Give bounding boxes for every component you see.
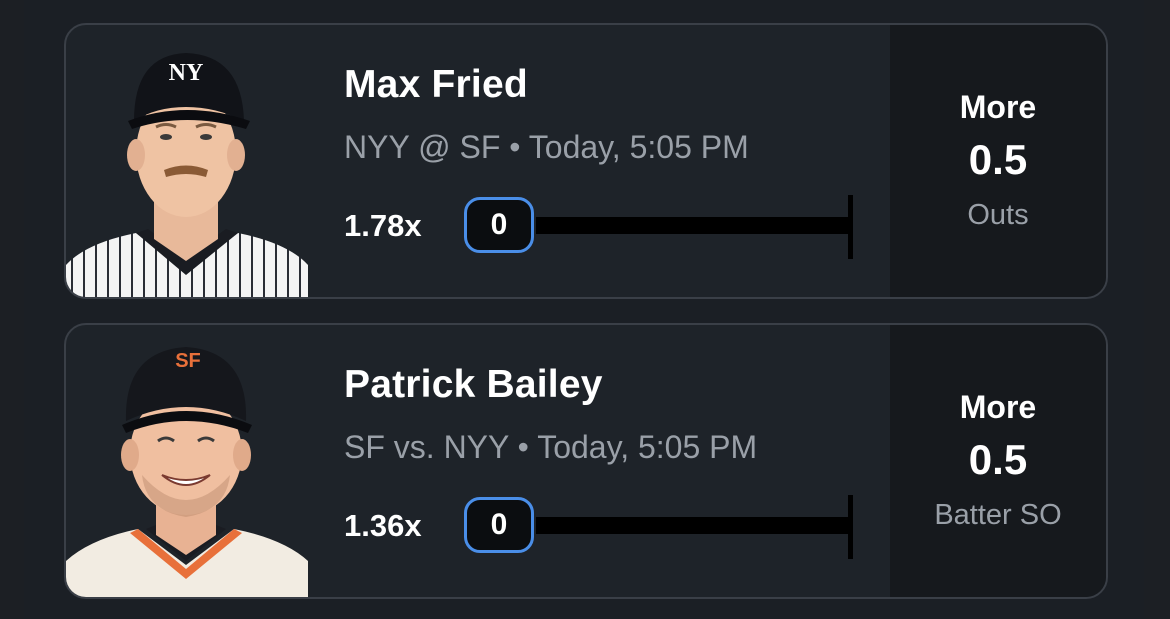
player-name: Patrick Bailey [344, 363, 603, 406]
player-name: Max Fried [344, 63, 528, 106]
progress-target-marker [848, 495, 853, 559]
pick-direction: More [959, 389, 1037, 425]
pick-line-value: 0.5 [968, 136, 1028, 183]
payout-multiplier: 1.36x [344, 508, 422, 543]
progress-track [536, 217, 852, 234]
player-headshot: NY [66, 25, 308, 297]
cap-logo: SF [175, 350, 201, 372]
progress-track [536, 517, 852, 534]
progress-value-badge: 0 [464, 197, 534, 253]
pick-card[interactable]: NY Max Fried NYY @ SF • Today, 5:05 PM 1… [64, 23, 1108, 299]
game-matchup: NYY @ SF • Today, 5:05 PM [344, 129, 749, 165]
game-matchup: SF vs. NYY • Today, 5:05 PM [344, 429, 758, 465]
pick-line-value: 0.5 [968, 436, 1028, 483]
player-headshot: SF [66, 325, 308, 597]
pick-selection[interactable]: More 0.5 Batter SO [890, 325, 1106, 597]
pick-stat-type: Batter SO [934, 499, 1062, 531]
progress-target-marker [848, 195, 853, 259]
pick-card[interactable]: SF Patrick Bailey SF vs. NYY • Today, 5:… [64, 323, 1108, 599]
progress-value-badge: 0 [464, 497, 534, 553]
payout-multiplier: 1.78x [344, 208, 422, 243]
pick-stat-type: Outs [967, 199, 1029, 231]
cap-logo: NY [169, 60, 204, 86]
pick-direction: More [959, 89, 1037, 125]
pick-selection[interactable]: More 0.5 Outs [890, 25, 1106, 297]
